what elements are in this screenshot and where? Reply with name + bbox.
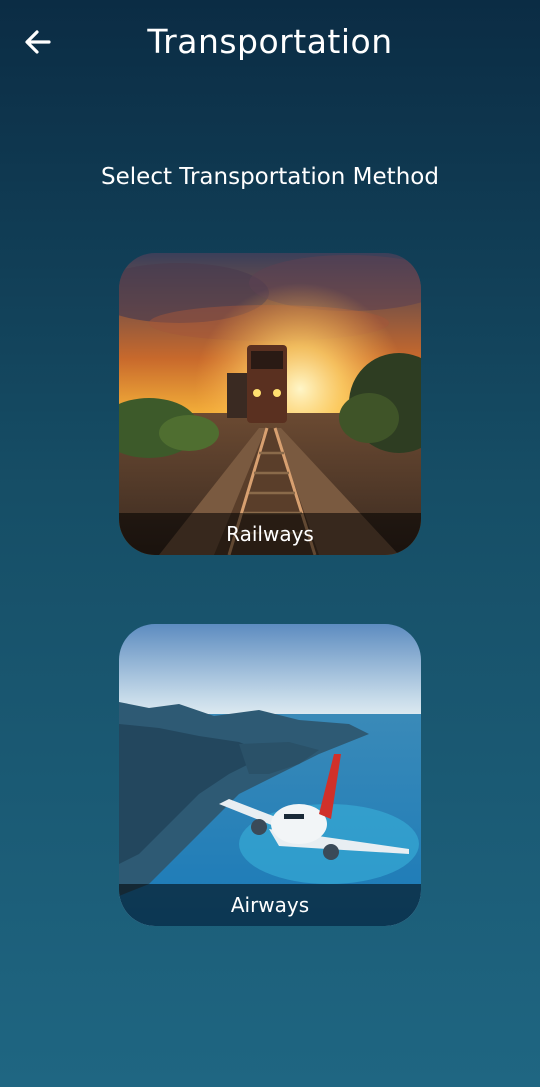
train-sunset-image <box>119 253 421 555</box>
airways-label: Airways <box>230 893 310 917</box>
railways-card[interactable]: Railways <box>119 253 421 555</box>
airplane-coast-image <box>119 624 421 926</box>
airways-card[interactable]: Airways <box>119 624 421 926</box>
page-title: Transportation <box>147 22 393 61</box>
railways-label-bar: Railways <box>119 513 421 555</box>
railways-label: Railways <box>226 522 314 546</box>
app-bar: Transportation <box>0 0 540 84</box>
page-subtitle: Select Transportation Method <box>101 164 439 190</box>
airways-label-bar: Airways <box>119 884 421 926</box>
